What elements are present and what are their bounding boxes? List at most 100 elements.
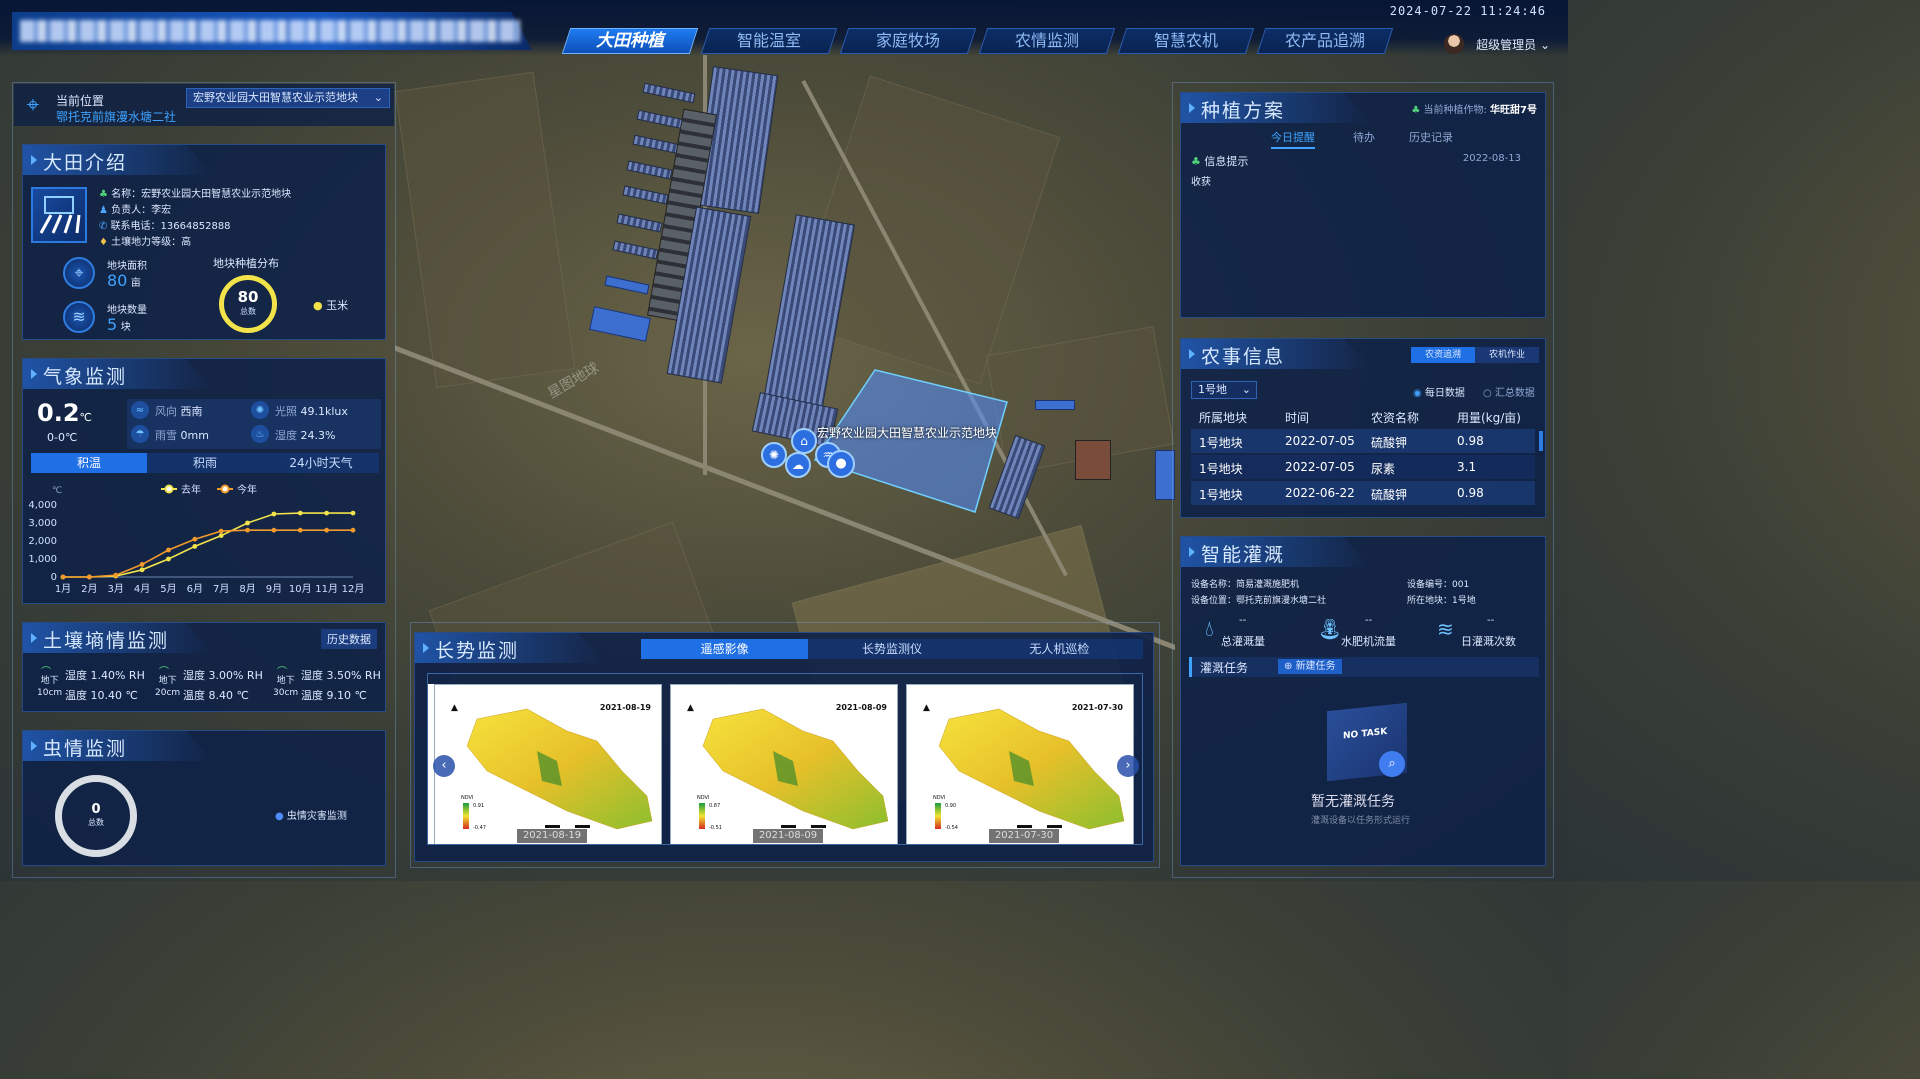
area-label: 地块面积 [107,261,147,272]
greenhouse-marker-icon[interactable]: ⌂ [791,428,817,454]
person-icon: ♟ [99,205,112,216]
new-task-button[interactable]: ⊕ 新建任务 [1278,659,1342,674]
tab-todo[interactable]: 待办 [1353,129,1375,145]
scale-bar [1017,825,1077,828]
field-map-label[interactable]: 宏野农业园大田智慧农业示范地块 [817,424,997,441]
tab-nav-3[interactable]: 农情监测 [978,28,1116,54]
radio-daily[interactable]: ◉ 每日数据 [1413,384,1465,399]
tab-history[interactable]: 历史记录 [1409,129,1453,145]
panel-header: 长势监测 [415,633,605,663]
data-point-1 [113,572,119,578]
field-select-value: 宏野农业园大田智慧农业示范地块 [193,91,358,104]
history-data-button[interactable]: 历史数据 [321,629,377,649]
leaf-icon: ♣ [99,189,112,200]
tab-nav-2[interactable]: 家庭牧场 [839,28,977,54]
ndvi-max: 0.91 [473,803,485,809]
tab-accumulated-temp[interactable]: 积温 [31,453,147,473]
chevron-down-icon: ⌄ [1536,38,1550,52]
ndvi-thumbnail[interactable]: 2021-08-19 ▲ NDVI 0.91 -0.47 2021-08-19 [434,684,662,844]
scrollbar[interactable] [1539,431,1543,451]
pest-donut[interactable]: 0 总数 [55,775,137,857]
soil-temperature: 温度 8.40 ℃ [183,689,249,702]
ndvi-thumbnail[interactable]: 2021-08-09 ▲ NDVI 0.87 -0.51 2021-08-09 [670,684,898,844]
nav-tab-label: 智慧农机 [1153,31,1218,50]
series-line-1 [63,529,353,578]
tab-nav-5[interactable]: 农产品追溯 [1256,28,1394,54]
wind: 风向 西南 [155,405,203,418]
tab-machine-work[interactable]: 农机作业 [1475,347,1539,363]
tab-accumulated-rain[interactable]: 积雨 [147,453,263,473]
ndvi-date: 2021-08-09 [835,703,887,712]
tab-drone-inspection[interactable]: 无人机巡检 [976,639,1143,659]
avatar[interactable] [1444,34,1464,54]
ndvi-thumbnail[interactable]: 2021-07-30 ▲ NDVI 0.90 -0.54 2021-07-30 [906,684,1134,844]
device-plot: 所在地块：1号地 [1407,596,1476,606]
ndvi-date: 2021-07-30 [1071,703,1123,712]
x-tick-label: 1月 [55,583,71,595]
tab-nav-1[interactable]: 智能温室 [700,28,838,54]
weather-marker-icon[interactable]: ☁ [785,452,811,478]
distribution-legend[interactable]: ● 玉米 [313,297,348,313]
tab-24h-weather[interactable]: 24小时天气 [263,453,379,473]
y-axis-unit: ℃ [52,486,62,496]
x-tick-label: 8月 [239,583,255,595]
temperature: 0.2℃ [37,399,92,427]
table-row[interactable]: 1号地块 2022-07-05 硫酸钾 0.98 [1191,429,1535,453]
panel-header: 种植方案 [1181,93,1371,123]
plot-select[interactable]: 1号地 ⌄ [1191,381,1257,399]
y-tick-label: 1,000 [28,554,57,565]
ndvi-legend-bar [463,803,469,829]
y-tick-label: 3,000 [28,518,57,529]
data-point-1 [245,527,250,533]
tab-today-reminder[interactable]: 今日提醒 [1271,129,1315,149]
x-tick-label: 10月 [289,583,312,595]
area-icon: ⌖ [63,257,95,289]
tab-nav-0[interactable]: 大田种植 [561,28,699,54]
soil-temperature: 温度 10.40 ℃ [65,689,138,702]
soil-humidity: 湿度 1.40% RH [65,669,145,682]
pest-total-label: 总数 [88,818,104,827]
fertilizer-machine-icon: ⛲︎ [1317,617,1343,641]
current-crop: ♣ 当前种植作物: 华旺甜7号 [1411,105,1537,116]
stat-flow-value: -- [1365,615,1373,626]
field-select[interactable]: 宏野农业园大田智慧农业示范地块 ⌄ [186,88,390,108]
tab-remote-sensing[interactable]: 遥感影像 [641,639,809,659]
user-menu[interactable]: 超级管理员 ⌄ [1476,36,1550,53]
chevron-right-icon: › [1125,758,1131,773]
info-text: 收获 [1191,177,1211,188]
table-row[interactable]: 1号地块 2022-07-05 尿素 3.1 [1191,455,1535,479]
data-point-0 [218,533,224,538]
sprout-icon: ♣ [1411,105,1424,116]
pest-legend[interactable]: ● 虫情灾害监测 [275,807,347,822]
panel-title: 智能灌溉 [1201,544,1286,566]
radio-summary[interactable]: ○ 汇总数据 [1483,384,1535,399]
panel-title: 长势监测 [435,640,520,662]
data-point-1 [218,528,224,534]
stat-times-value: -- [1487,615,1495,626]
stat-total-value: -- [1239,615,1247,626]
carousel-prev-button[interactable]: ‹ [433,755,455,777]
ndvi-map-shape [466,708,653,830]
carousel-next-button[interactable]: › [1117,755,1139,777]
ndvi-date: 2021-08-19 [599,703,651,712]
table-cell: 0.98 [1457,434,1484,448]
top-bar: 大田种植 智能温室 家庭牧场 农情监测 智慧农机 农产品追溯 2024-07-22 11:… [0,0,1568,56]
device-number: 设备编号：001 [1407,580,1470,590]
distribution-donut[interactable]: 80 总数 [219,275,277,333]
ndvi-legend-bar [699,803,705,829]
app-title-blurred [20,20,520,42]
soil-icon: ♦ [99,237,112,248]
growth-panel: 长势监测 遥感影像 长势监测仪 无人机巡检 2021-08-19 ▲ NDVI 0.9… [414,632,1154,862]
data-point-1 [166,547,171,553]
pest-panel: 虫情监测 0 总数 ● 虫情灾害监测 [22,730,386,866]
panel-title: 大田介绍 [43,152,128,174]
series-line-0 [63,512,353,578]
sprinkler-marker-icon[interactable]: ✺ [761,442,787,468]
tab-input-trace[interactable]: 农资追溯 [1411,347,1475,363]
table-row[interactable]: 1号地块 2022-06-22 硫酸钾 0.98 [1191,481,1535,505]
tab-growth-monitor[interactable]: 长势监测仪 [808,639,975,659]
tab-nav-4[interactable]: 智慧农机 [1117,28,1255,54]
ndvi-legend-label: NDVI [933,795,946,801]
panel-header: 农事信息 [1181,339,1371,369]
water-drop-marker-icon[interactable]: ● [827,450,855,478]
